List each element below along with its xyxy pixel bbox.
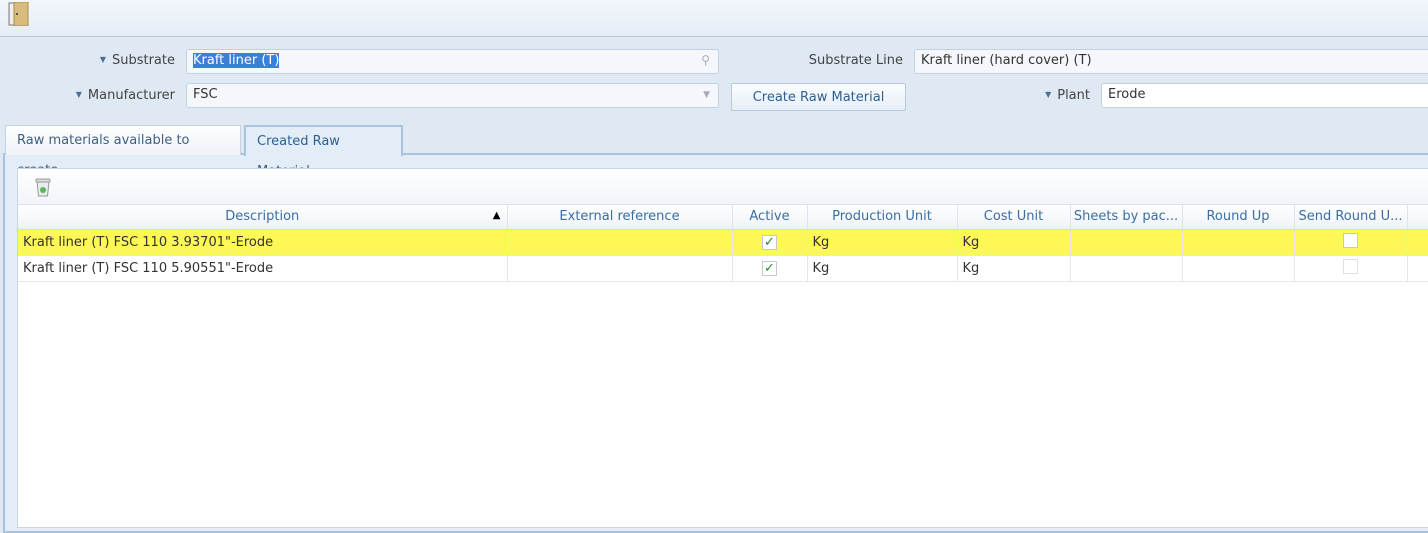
plant-input[interactable]: Erode: [1101, 83, 1428, 108]
chevron-down-icon[interactable]: ▼: [703, 90, 710, 100]
substrate-line-label: Substrate Line: [808, 53, 903, 68]
col-send-round-up[interactable]: Send Round U...: [1294, 205, 1408, 230]
cell-sheets-by-pack: [1070, 255, 1183, 282]
col-round-up[interactable]: Round Up: [1182, 205, 1295, 230]
tab-created-raw-material[interactable]: Created Raw Material: [244, 125, 403, 179]
send-round-up-checkbox[interactable]: [1343, 258, 1358, 274]
active-checkbox[interactable]: ✓: [762, 260, 777, 276]
substrate-label: ▼ Substrate: [99, 53, 175, 68]
col-external-reference[interactable]: External reference: [507, 205, 733, 230]
manufacturer-value: FSC: [193, 87, 218, 102]
plant-value: Erode: [1108, 87, 1146, 102]
grid-table: Description ▲ External reference Active P…: [18, 205, 1428, 282]
col-sheets-by-pack[interactable]: Sheets by pac...: [1070, 205, 1183, 230]
sort-ascending-icon: ▲: [492, 210, 501, 221]
door-exit-icon[interactable]: [8, 2, 30, 26]
table-row[interactable]: Kraft liner (T) FSC 110 3.93701"-Erode ✓…: [18, 229, 1428, 256]
col-description[interactable]: Description ▲: [18, 205, 508, 230]
manufacturer-select[interactable]: FSC ▼: [186, 83, 719, 108]
cell-external-reference: [507, 229, 733, 256]
cell-cost-unit: Kg: [957, 229, 1071, 256]
substrate-line-value: Kraft liner (hard cover) (T): [921, 53, 1092, 68]
top-toolbar: [0, 0, 1428, 37]
plant-label: ▼ Plant: [1045, 88, 1090, 103]
tab-raw-materials-available[interactable]: Raw materials available to create: [5, 125, 241, 178]
cell-round-up: [1182, 229, 1295, 256]
grid-toolbar: [18, 169, 1428, 205]
cell-production-unit: Kg: [807, 229, 958, 256]
header-row: Description ▲ External reference Active P…: [18, 205, 1428, 230]
search-icon[interactable]: ⚲: [701, 53, 710, 67]
cell-round-up: [1182, 255, 1295, 282]
col-cost-unit[interactable]: Cost Unit: [957, 205, 1071, 230]
col-extra: [1407, 205, 1428, 230]
send-round-up-checkbox[interactable]: [1343, 232, 1358, 248]
active-checkbox[interactable]: ✓: [762, 234, 777, 250]
substrate-value: Kraft liner (T): [193, 53, 280, 68]
table-row[interactable]: Kraft liner (T) FSC 110 5.90551"-Erode ✓…: [18, 255, 1428, 282]
cell-description: Kraft liner (T) FSC 110 3.93701"-Erode: [18, 229, 508, 256]
cell-description: Kraft liner (T) FSC 110 5.90551"-Erode: [18, 255, 508, 282]
raw-material-grid: Description ▲ External reference Active P…: [17, 168, 1428, 528]
cell-sheets-by-pack: [1070, 229, 1183, 256]
cell-production-unit: Kg: [807, 255, 958, 282]
manufacturer-label: ▼ Manufacturer: [75, 88, 175, 103]
cell-external-reference: [507, 255, 733, 282]
cell-cost-unit: Kg: [957, 255, 1071, 282]
substrate-input[interactable]: Kraft liner (T) ⚲: [186, 49, 719, 74]
create-raw-material-button[interactable]: Create Raw Material: [731, 83, 906, 111]
col-active[interactable]: Active: [732, 205, 808, 230]
recycle-bin-icon[interactable]: [35, 177, 51, 197]
col-production-unit[interactable]: Production Unit: [807, 205, 958, 230]
substrate-line-input[interactable]: Kraft liner (hard cover) (T): [914, 49, 1428, 74]
